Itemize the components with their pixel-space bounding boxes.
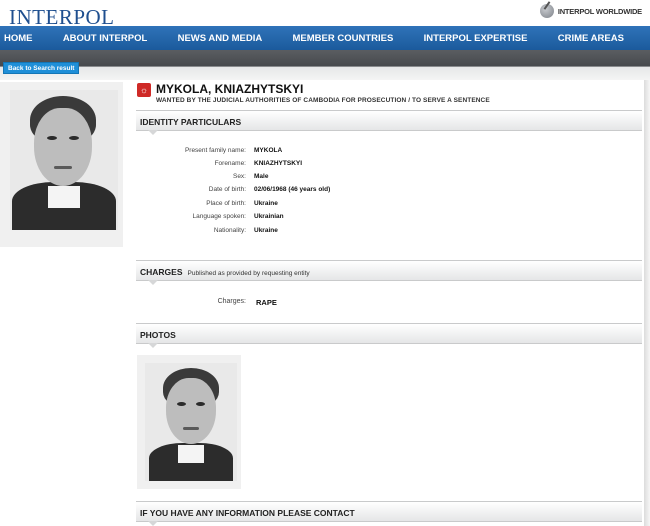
nav-home[interactable]: HOME [4, 33, 33, 44]
identity-label: Date of birth: [208, 186, 246, 193]
identity-row: Present family name: MYKOLA [136, 147, 536, 158]
charges-label: Charges: [217, 298, 246, 305]
identity-label: Forename: [214, 160, 246, 167]
identity-row: Language spoken: Ukrainian [136, 213, 536, 224]
identity-label: Place of birth: [206, 200, 246, 207]
worldwide-label: INTERPOL WORLDWIDE [557, 6, 642, 16]
charges-subheading: Published as provided by requesting enti… [187, 270, 310, 277]
interpol-worldwide-link[interactable]: INTERPOL WORLDWIDE [539, 4, 642, 18]
contact-heading: IF YOU HAVE ANY INFORMATION PLEASE CONTA… [140, 508, 355, 518]
nav-member-countries[interactable]: MEMBER COUNTRIES [293, 33, 394, 44]
charges-section-header: CHARGES Published as provided by requesti… [136, 260, 642, 285]
photos-section-header: PHOTOS [136, 323, 642, 348]
page: INTERPOL INTERPOL WORLDWIDE HOME ABOUT I… [0, 0, 650, 526]
person-name: MYKOLA, KNIAZHYTSKYI [156, 82, 304, 96]
identity-value: Ukraine [254, 200, 278, 207]
nav-crime-areas[interactable]: CRIME AREAS [558, 33, 624, 44]
identity-heading: IDENTITY PARTICULARS [140, 117, 242, 127]
photo-thumbnail[interactable] [137, 355, 241, 489]
identity-value: 02/06/1968 (46 years old) [254, 186, 331, 193]
toolbar-band [0, 50, 650, 80]
photos-heading: PHOTOS [140, 330, 176, 340]
globe-icon [539, 4, 554, 18]
identity-row: Place of birth: Ukraine [136, 200, 536, 211]
back-to-search-button[interactable]: Back to Search result [3, 62, 80, 74]
identity-label: Language spoken: [192, 213, 247, 220]
identity-value: KNIAZHYTSKYI [254, 160, 303, 167]
identity-label: Sex: [232, 173, 246, 180]
contact-section-header: IF YOU HAVE ANY INFORMATION PLEASE CONTA… [136, 501, 642, 526]
portrait-image [10, 90, 118, 230]
charges-value: RAPE [256, 298, 277, 307]
portrait-image [145, 363, 237, 481]
nav-interpol-expertise[interactable]: INTERPOL EXPERTISE [424, 33, 528, 44]
identity-value: Male [254, 173, 269, 180]
site-header: INTERPOL INTERPOL WORLDWIDE [0, 0, 650, 29]
identity-row: Date of birth: 02/06/1968 (46 years old) [136, 186, 536, 197]
charges-heading: CHARGES [140, 267, 183, 277]
identity-row: Forename: KNIAZHYTSKYI [136, 160, 536, 171]
nav-about-interpol[interactable]: ABOUT INTERPOL [63, 33, 147, 44]
identity-value: Ukraine [254, 227, 278, 234]
identity-label: Nationality: [213, 227, 246, 234]
red-notice-icon: ☼ [137, 83, 151, 97]
page-edge-shadow [644, 80, 650, 526]
identity-value: MYKOLA [254, 147, 283, 154]
wanted-statement: WANTED BY THE JUDICIAL AUTHORITIES OF CA… [156, 97, 490, 104]
identity-section-header: IDENTITY PARTICULARS [136, 110, 642, 135]
identity-value: Ukrainian [254, 213, 284, 220]
identity-label: Present family name: [184, 147, 246, 154]
identity-row: Nationality: Ukraine [136, 227, 536, 238]
main-nav: HOME ABOUT INTERPOL NEWS AND MEDIA MEMBE… [0, 26, 650, 50]
main-photo [0, 82, 123, 247]
nav-news-and-media[interactable]: NEWS AND MEDIA [178, 33, 263, 44]
identity-row: Sex: Male [136, 173, 536, 184]
